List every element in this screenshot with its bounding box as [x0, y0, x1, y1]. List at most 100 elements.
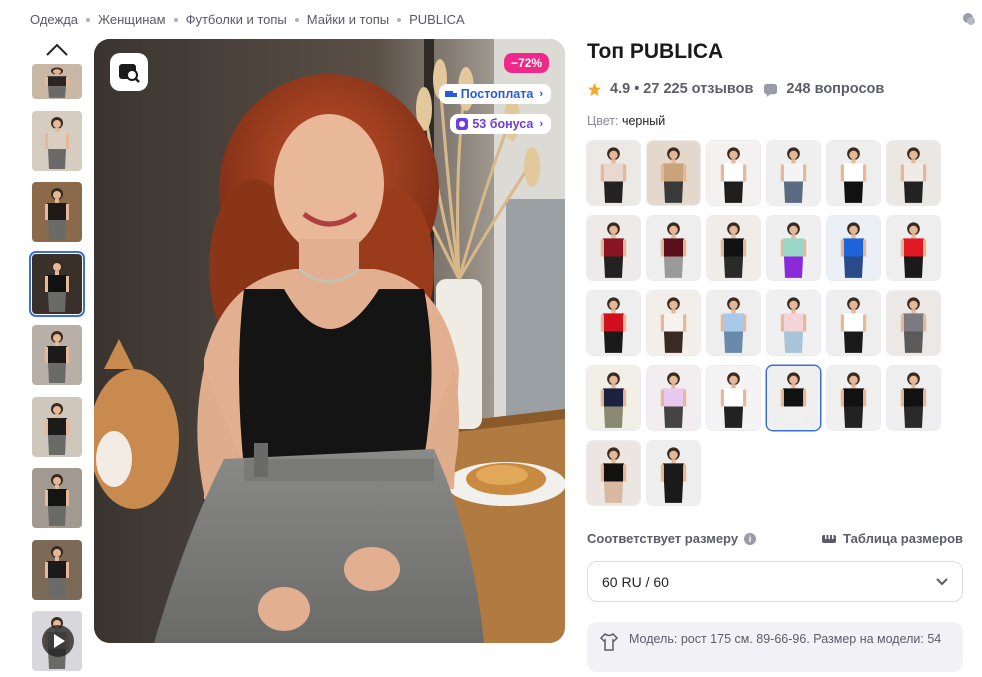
- thumbnail-image: [32, 540, 82, 600]
- color-variant-swatch[interactable]: [707, 216, 760, 280]
- color-variant-swatch[interactable]: [707, 141, 760, 205]
- thumbnail-image: [32, 468, 82, 528]
- color-variant-swatch[interactable]: [647, 366, 700, 430]
- variant-image: [767, 141, 820, 205]
- breadcrumb-item-brand[interactable]: PUBLICA: [409, 12, 465, 27]
- variant-image: [647, 216, 700, 280]
- variant-image: [707, 141, 760, 205]
- breadcrumb-item-tanks-tops[interactable]: Майки и топы: [307, 12, 389, 27]
- bonus-label: 53 бонуса: [472, 117, 534, 131]
- variant-image: [707, 216, 760, 280]
- variant-image: [887, 216, 940, 280]
- color-variant-swatch[interactable]: [647, 441, 700, 505]
- size-select[interactable]: 60 RU / 60: [587, 561, 963, 602]
- color-variant-swatch[interactable]: [587, 441, 640, 505]
- color-variant-swatch[interactable]: [707, 291, 760, 355]
- color-variant-swatch[interactable]: [887, 216, 940, 280]
- color-variant-swatch[interactable]: [827, 216, 880, 280]
- breadcrumb: Одежда Женщинам Футболки и топы Майки и …: [30, 12, 465, 27]
- variant-image: [587, 291, 640, 355]
- gallery-thumbnail[interactable]: [32, 468, 82, 528]
- color-variant-swatch[interactable]: [647, 141, 700, 205]
- color-variant-swatch[interactable]: [887, 141, 940, 205]
- chat-icon[interactable]: [962, 12, 976, 26]
- variant-image: [587, 141, 640, 205]
- color-variant-swatch[interactable]: [767, 216, 820, 280]
- variant-image: [647, 441, 700, 505]
- gallery-thumbnail[interactable]: [32, 325, 82, 385]
- variant-image: [587, 216, 640, 280]
- color-variant-swatch[interactable]: [647, 291, 700, 355]
- rating-row: 4.9 • 27 225 отзывов 248 вопросов: [587, 81, 884, 97]
- chevron-right-icon: ›: [539, 118, 543, 130]
- gallery-thumbnail[interactable]: [32, 397, 82, 457]
- breadcrumb-item-tshirts-tops[interactable]: Футболки и топы: [186, 12, 287, 27]
- play-video-icon[interactable]: [42, 625, 74, 657]
- variant-image: [707, 366, 760, 430]
- postpay-label: Постоплата: [460, 87, 534, 101]
- color-variant-swatch[interactable]: [767, 141, 820, 205]
- breadcrumb-separator: [86, 17, 91, 22]
- discount-badge: −72%: [503, 53, 549, 73]
- ruler-icon: [822, 534, 837, 543]
- color-variant-swatch[interactable]: [887, 291, 940, 355]
- truck-icon: [444, 91, 457, 97]
- gallery-thumbnail[interactable]: [32, 540, 82, 600]
- variant-image: [767, 291, 820, 355]
- shirt-icon: [599, 633, 619, 651]
- color-variant-swatch[interactable]: [587, 291, 640, 355]
- variant-image: [827, 216, 880, 280]
- questions-link[interactable]: 248 вопросов: [786, 81, 884, 97]
- size-header: Соответствует размеру i Таблица размеров: [587, 531, 963, 546]
- size-table-link[interactable]: Таблица размеров: [822, 531, 963, 546]
- bonus-coin-icon: [456, 118, 469, 130]
- gallery-thumbnail[interactable]: [29, 251, 85, 317]
- variant-image: [827, 366, 880, 430]
- color-variant-swatch[interactable]: [767, 366, 820, 430]
- size-fit-label: Соответствует размеру: [587, 531, 739, 546]
- gallery-thumbnail[interactable]: [32, 64, 82, 99]
- thumbnail-image: [32, 325, 82, 385]
- variant-image: [887, 366, 940, 430]
- size-fit-info: Соответствует размеру i: [587, 531, 757, 546]
- color-variant-swatch[interactable]: [767, 291, 820, 355]
- thumbnail-image: [32, 182, 82, 242]
- variant-image: [767, 216, 820, 280]
- color-value: черный: [621, 114, 666, 128]
- color-variant-swatch[interactable]: [827, 291, 880, 355]
- variant-image: [767, 366, 820, 430]
- color-variant-swatch[interactable]: [887, 366, 940, 430]
- color-variant-swatch[interactable]: [587, 216, 640, 280]
- color-variant-swatch[interactable]: [587, 366, 640, 430]
- chevron-down-icon: [936, 577, 948, 585]
- color-variant-swatch[interactable]: [587, 141, 640, 205]
- color-variant-swatch[interactable]: [647, 216, 700, 280]
- search-by-photo-button[interactable]: [110, 53, 148, 91]
- postpay-badge[interactable]: Постоплата ›: [438, 84, 551, 104]
- info-icon[interactable]: i: [744, 532, 757, 545]
- variant-image: [827, 141, 880, 205]
- breadcrumb-item-clothing[interactable]: Одежда: [30, 12, 78, 27]
- color-variant-swatch[interactable]: [827, 366, 880, 430]
- variant-image: [887, 141, 940, 205]
- gallery-thumbnail[interactable]: [32, 111, 82, 171]
- thumbnail-image: [32, 397, 82, 457]
- breadcrumb-separator: [294, 17, 299, 22]
- color-variant-swatch[interactable]: [827, 141, 880, 205]
- gallery-thumbnail[interactable]: [32, 182, 82, 242]
- breadcrumb-item-women[interactable]: Женщинам: [98, 12, 166, 27]
- thumbnail-image: [32, 64, 82, 99]
- variant-image: [587, 366, 640, 430]
- product-title: Топ PUBLICA: [587, 40, 724, 63]
- main-product-photo[interactable]: −72% Постоплата › 53 бонуса ›: [94, 39, 565, 643]
- image-search-icon: [119, 64, 140, 83]
- model-info: Модель: рост 175 см. 89-66-96. Размер на…: [587, 622, 963, 672]
- rating-value: 4.9: [610, 81, 631, 97]
- variant-image: [647, 141, 700, 205]
- gallery-thumbnail[interactable]: [32, 611, 82, 671]
- color-variant-swatch[interactable]: [707, 366, 760, 430]
- reviews-link[interactable]: • 27 225 отзывов: [634, 81, 753, 97]
- bonus-badge[interactable]: 53 бонуса ›: [450, 114, 551, 134]
- chevron-up-icon[interactable]: [43, 40, 71, 60]
- chevron-right-icon: ›: [539, 88, 543, 100]
